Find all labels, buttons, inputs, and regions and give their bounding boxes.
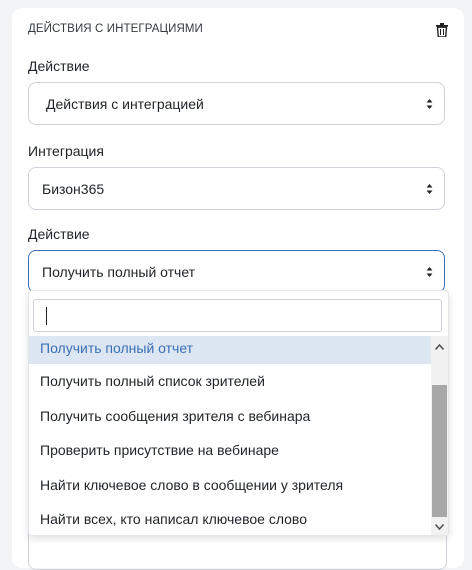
integration-select-value: Бизон365 (42, 181, 105, 197)
integration-actions-card: Действия с интеграциями Действие Действи… (12, 8, 464, 570)
dropdown-scrollbar[interactable] (431, 336, 448, 535)
chevron-down-icon[interactable] (435, 524, 444, 530)
sub-action-select[interactable]: Получить полный отчет (28, 250, 445, 293)
chevron-up-icon[interactable] (435, 344, 444, 350)
dropdown-option[interactable]: Найти всех, кто написал ключевое слово (29, 502, 431, 535)
sub-action-dropdown: Получить полный отчет Получить полный сп… (28, 290, 449, 536)
dropdown-option[interactable]: Получить сообщения зрителя с вебинара (29, 399, 431, 434)
caret-up-down-icon (426, 184, 433, 194)
action-select-value: Действия с интеграцией (46, 96, 204, 112)
dropdown-option[interactable]: Получить полный список зрителей (29, 364, 431, 399)
text-cursor (46, 307, 47, 325)
caret-up-down-icon (426, 267, 433, 277)
integration-select[interactable]: Бизон365 (28, 167, 445, 210)
sub-action-select-value: Получить полный отчет (42, 264, 196, 280)
integration-label: Интеграция (28, 143, 104, 159)
trash-icon[interactable] (436, 23, 448, 37)
scrollbar-thumb[interactable] (432, 385, 447, 517)
sub-action-label: Действие (28, 226, 90, 242)
action-select[interactable]: Действия с интеграцией (28, 82, 445, 125)
dropdown-option[interactable]: Проверить присутствие на вебинаре (29, 433, 431, 468)
dropdown-options-list: Получить полный отчет Получить полный сп… (29, 336, 431, 535)
card-title: Действия с интеграциями (28, 23, 203, 35)
dropdown-option[interactable]: Найти ключевое слово в сообщении у зрите… (29, 468, 431, 503)
dropdown-search-input[interactable] (33, 299, 442, 332)
dropdown-option[interactable]: Получить полный отчет (29, 336, 431, 364)
action-label: Действие (28, 58, 90, 74)
caret-up-down-icon (426, 99, 433, 109)
